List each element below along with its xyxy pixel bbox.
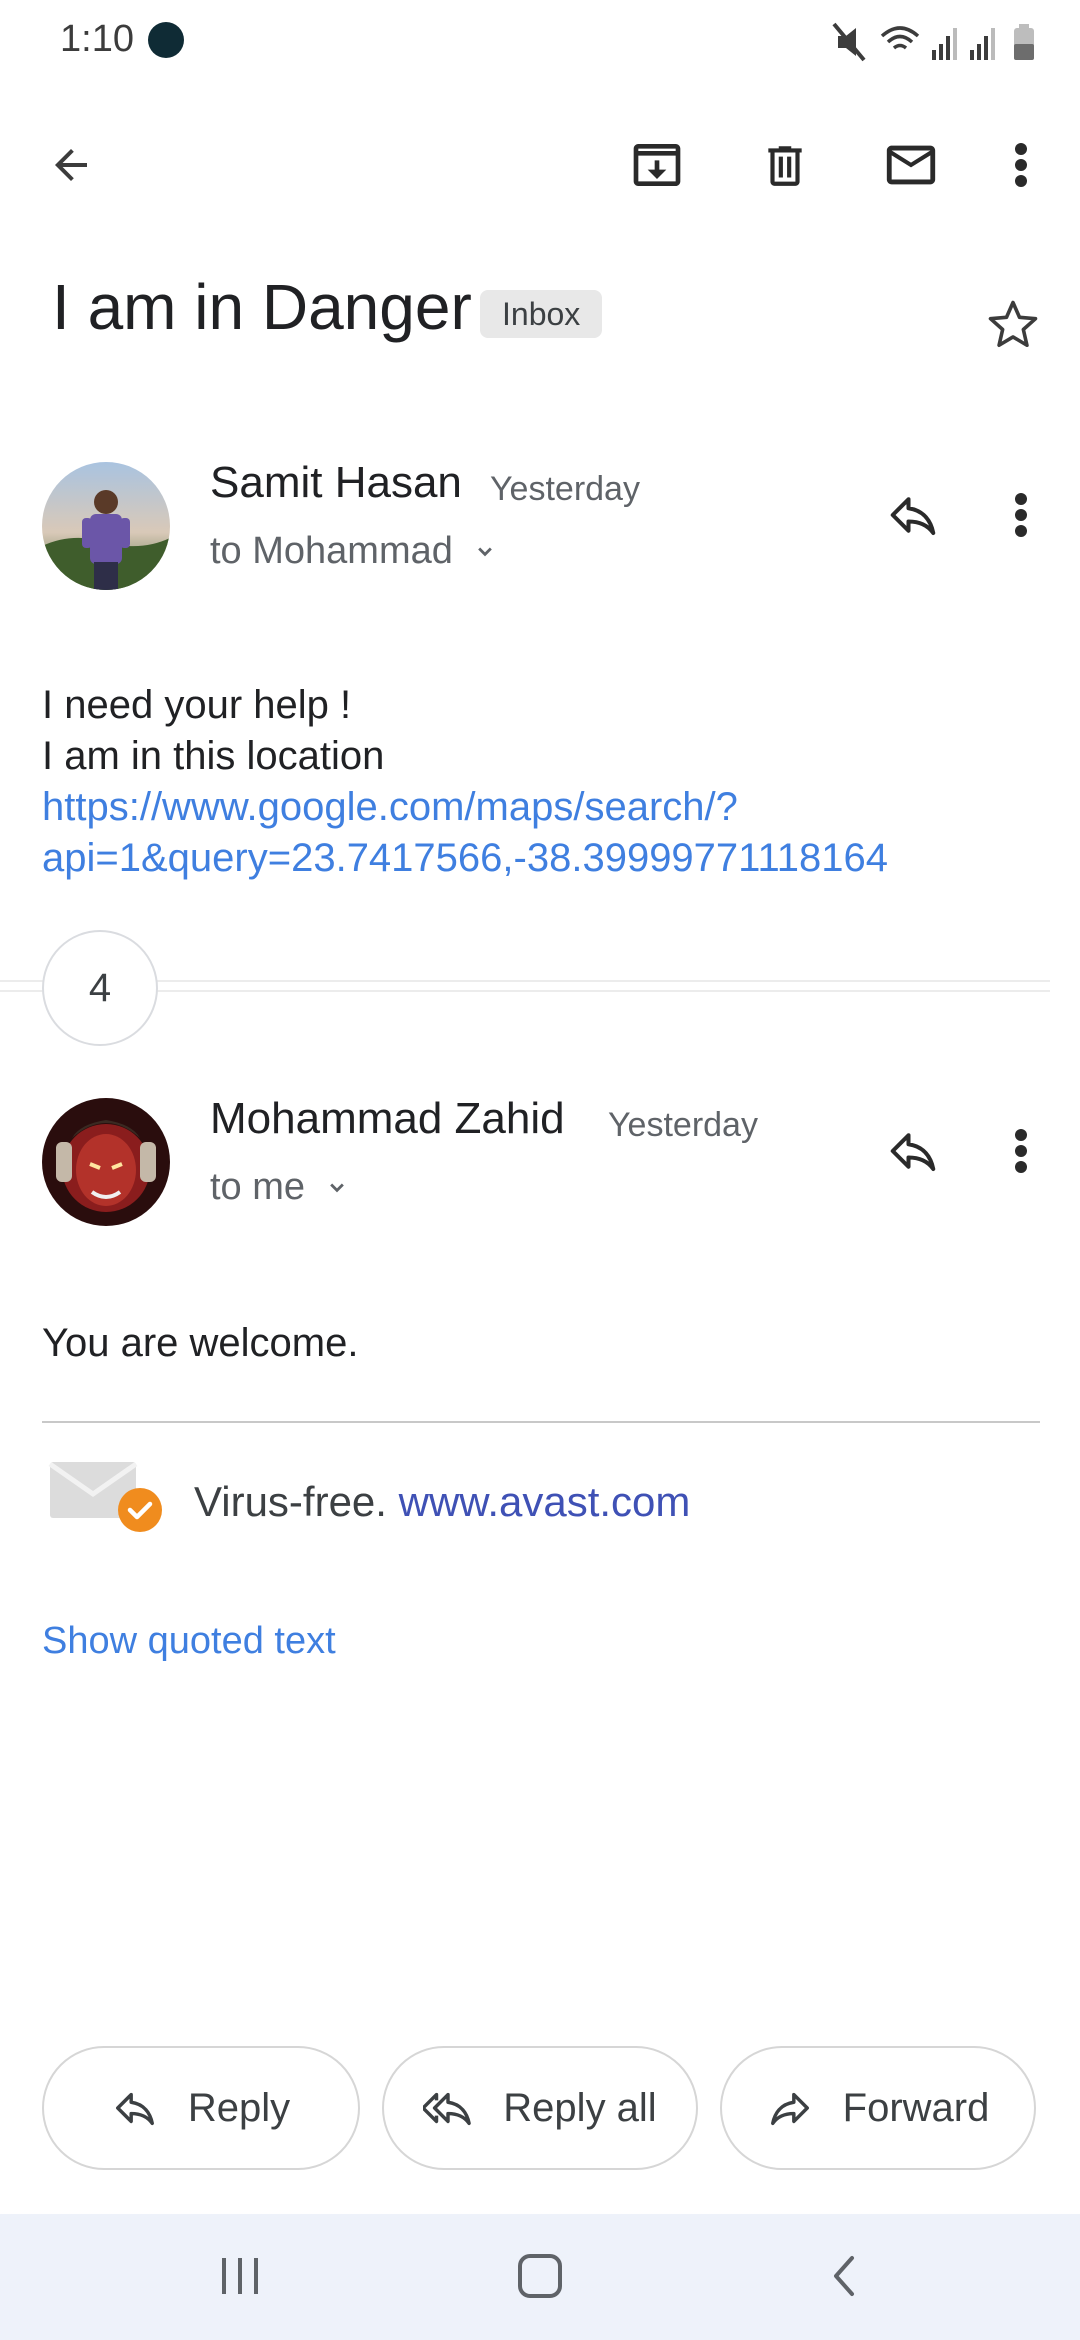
app-notification-icon [148,22,184,58]
reply-button[interactable]: Reply [42,2046,360,2170]
message-body: You are welcome. [42,1321,359,1365]
chevron-down-icon [478,547,492,556]
reply-label: Reply [187,2085,291,2130]
star-icon [988,300,1038,348]
reply-icon [890,1133,936,1172]
maps-link-line[interactable]: api=1&query=23.7417566,-38.3999977111816… [42,833,888,884]
mute-icon [832,22,866,62]
back-button[interactable] [26,120,116,210]
status-icons [832,20,1042,64]
back-chevron-icon [834,2256,854,2296]
email-subject: I am in Danger [52,271,472,343]
recipient-text: to Mohammad [210,530,453,572]
more-vert-icon [1015,1129,1027,1173]
mail-icon [886,145,936,185]
archive-icon [633,144,681,186]
star-button[interactable] [986,298,1040,352]
reply-all-label: Reply all [503,2085,657,2130]
mark-unread-button[interactable] [866,120,956,210]
signal-icon [932,28,957,60]
archive-button[interactable] [612,120,702,210]
status-time: 1:10 [60,18,134,60]
message-date: Yesterday [490,470,640,508]
sender-name: Samit Hasan [210,458,462,507]
wifi-icon [880,26,920,50]
home-icon [518,2254,562,2298]
reply-button-message2[interactable] [868,1106,958,1196]
recent-apps-button[interactable] [210,2252,270,2302]
avast-link[interactable]: www.avast.com [399,1478,691,1525]
virus-free-text: Virus-free. [194,1478,387,1525]
recent-apps-icon [222,2258,258,2294]
reply-button-message1[interactable] [868,470,958,560]
reply-all-button[interactable]: Reply all [382,2046,698,2170]
signal-icon-2 [970,28,995,60]
trash-icon [768,146,802,186]
maps-link-line[interactable]: https://www.google.com/maps/search/? [42,782,888,833]
signature-divider [42,1421,1040,1423]
system-navigation-bar [0,2214,1080,2340]
recipient-text: to me [210,1166,306,1208]
forward-label: Forward [842,2085,990,2130]
body-line: I am in this location [42,734,385,778]
home-button[interactable] [510,2252,570,2302]
chevron-down-icon [330,1183,344,1192]
delete-button[interactable] [740,120,830,210]
virus-free-notice: Virus-free. www.avast.com [194,1478,690,1526]
avatar[interactable] [42,1098,170,1226]
battery-icon [1014,24,1034,60]
body-line: I need your help ! [42,683,352,727]
message-date: Yesterday [608,1106,758,1144]
message-body: I need your help ! I am in this location… [42,680,888,884]
recipient-details[interactable]: to Mohammad [210,530,499,573]
maps-link[interactable]: https://www.google.com/maps/search/? api… [42,782,888,884]
reply-icon [890,497,936,536]
forward-icon [770,2092,809,2126]
forward-button[interactable]: Forward [720,2046,1036,2170]
reply-icon [115,2092,154,2126]
sender-name: Mohammad Zahid [210,1094,565,1143]
message-more-button[interactable] [976,470,1066,560]
reply-all-icon [423,2092,472,2126]
message-more-button[interactable] [976,1106,1066,1196]
avast-badge-icon [48,1460,166,1536]
show-quoted-text-link[interactable]: Show quoted text [42,1620,336,1663]
collapsed-messages-count[interactable]: 4 [42,930,158,1046]
more-vert-icon [1015,143,1027,187]
system-back-button[interactable] [820,2252,870,2302]
more-vert-icon [1015,493,1027,537]
more-options-button[interactable] [976,120,1066,210]
back-arrow-icon [55,149,87,181]
recipient-details[interactable]: to me [210,1166,351,1209]
inbox-label-chip[interactable]: Inbox [480,290,603,338]
avatar[interactable] [42,462,170,590]
